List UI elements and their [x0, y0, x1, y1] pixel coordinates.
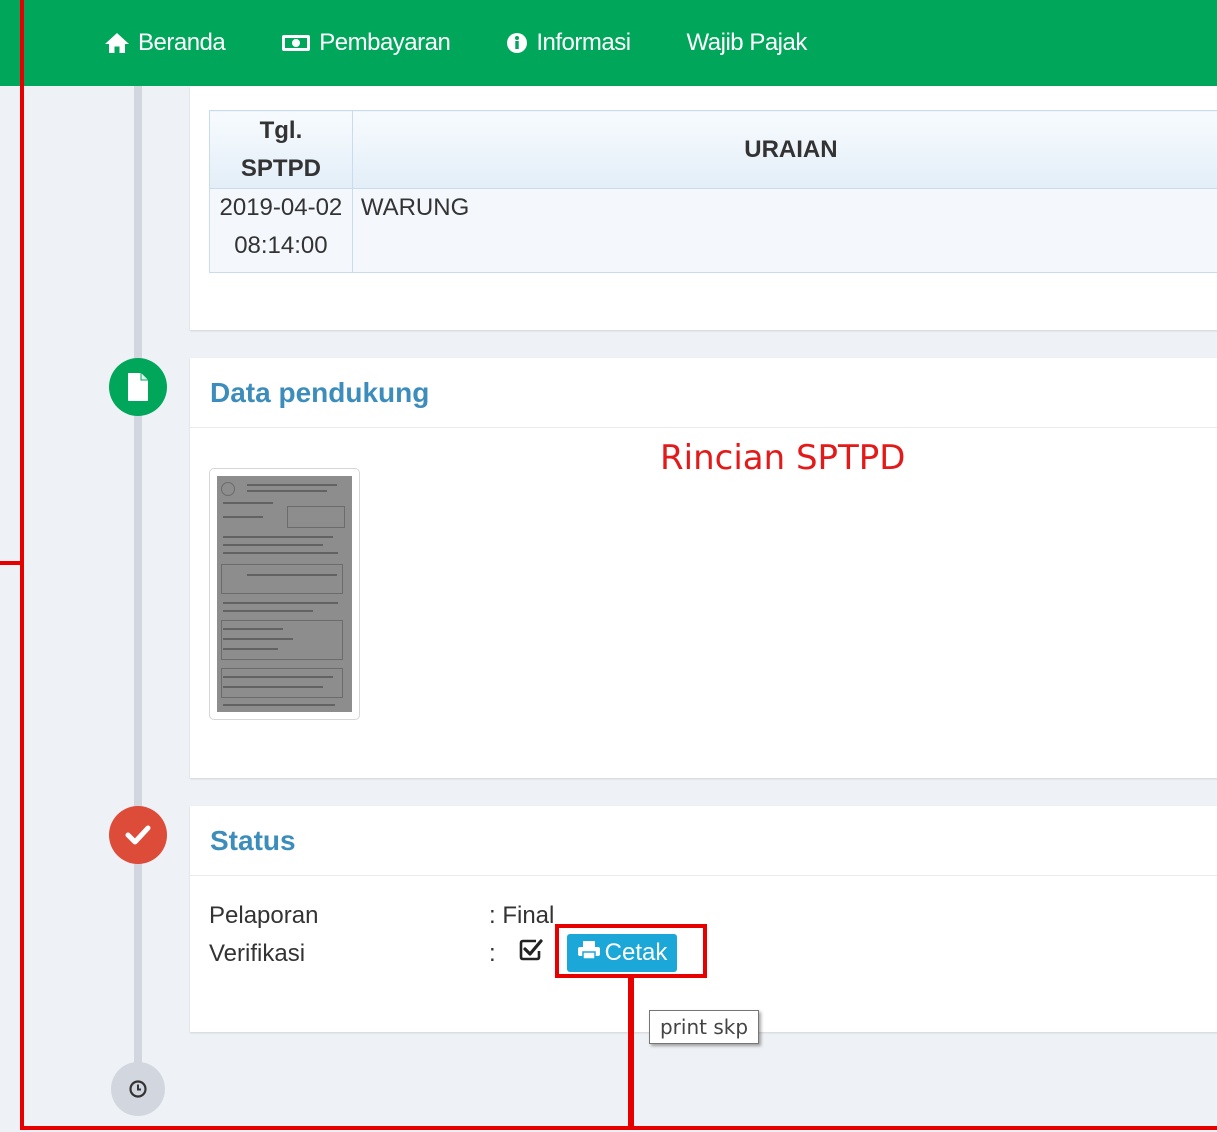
- top-navbar: Beranda Pembayaran Informasi Wajib Pajak: [0, 0, 1217, 86]
- cell-tgl-sptpd: 2019-04-02 08:14:00: [209, 188, 353, 273]
- column-header-tgl-line1: Tgl.: [259, 116, 303, 144]
- check-circle-icon: [109, 806, 167, 864]
- pelaporan-label: Pelaporan: [209, 902, 319, 929]
- verifikasi-label: Verifikasi: [209, 940, 306, 967]
- column-header-tgl-sptpd[interactable]: Tgl. SPTPD: [209, 110, 353, 189]
- column-header-uraian[interactable]: URAIAN: [351, 110, 1217, 189]
- column-header-tgl-line2: SPTPD: [240, 154, 321, 182]
- money-icon: [281, 33, 311, 53]
- clock-icon: [111, 1062, 165, 1116]
- sptpd-table: Tgl. SPTPD URAIAN 2019-04-02 08:14:00 WA…: [209, 110, 1217, 273]
- file-icon: [109, 358, 167, 416]
- table-row: 2019-04-02 08:14:00 WARUNG: [209, 188, 1217, 273]
- annotation-connector-line: [628, 978, 634, 1130]
- data-pendukung-title: Data pendukung: [190, 358, 1217, 428]
- print-skp-tooltip: print skp: [649, 1010, 759, 1044]
- cell-time-part: 08:14:00: [234, 232, 328, 259]
- nav-informasi[interactable]: Informasi: [506, 29, 631, 57]
- sptpd-card: Tgl. SPTPD URAIAN 2019-04-02 08:14:00 WA…: [190, 86, 1217, 330]
- cell-uraian: WARUNG: [351, 188, 1217, 273]
- checkbox-checked-icon: [518, 938, 544, 967]
- status-card: Status Pelaporan : Final Verifikasi :: [190, 806, 1217, 1032]
- annotation-caption: Rincian SPTPD: [660, 438, 906, 478]
- print-icon: [577, 939, 601, 967]
- cell-date-part: 2019-04-02: [219, 194, 343, 221]
- pelaporan-value: : Final: [489, 902, 555, 929]
- cetak-button-label: Cetak: [604, 939, 668, 966]
- document-scan-image: [217, 476, 352, 712]
- annotation-frame-stub: [0, 561, 20, 565]
- info-icon: [506, 32, 528, 54]
- nav-informasi-label: Informasi: [536, 29, 631, 56]
- nav-wajib-pajak[interactable]: Wajib Pajak: [686, 29, 808, 57]
- cetak-button[interactable]: Cetak: [567, 934, 677, 972]
- document-thumbnail[interactable]: [209, 468, 360, 720]
- timeline-line: [134, 86, 142, 1096]
- nav-beranda-label: Beranda: [138, 29, 226, 56]
- nav-wajib-pajak-label: Wajib Pajak: [686, 29, 808, 56]
- status-title: Status: [190, 806, 1217, 876]
- nav-beranda[interactable]: Beranda: [104, 29, 226, 57]
- verifikasi-separator: :: [489, 940, 496, 967]
- nav-pembayaran[interactable]: Pembayaran: [281, 29, 451, 57]
- home-icon: [104, 32, 130, 54]
- nav-pembayaran-label: Pembayaran: [319, 29, 451, 56]
- data-pendukung-card: Data pendukung: [190, 358, 1217, 778]
